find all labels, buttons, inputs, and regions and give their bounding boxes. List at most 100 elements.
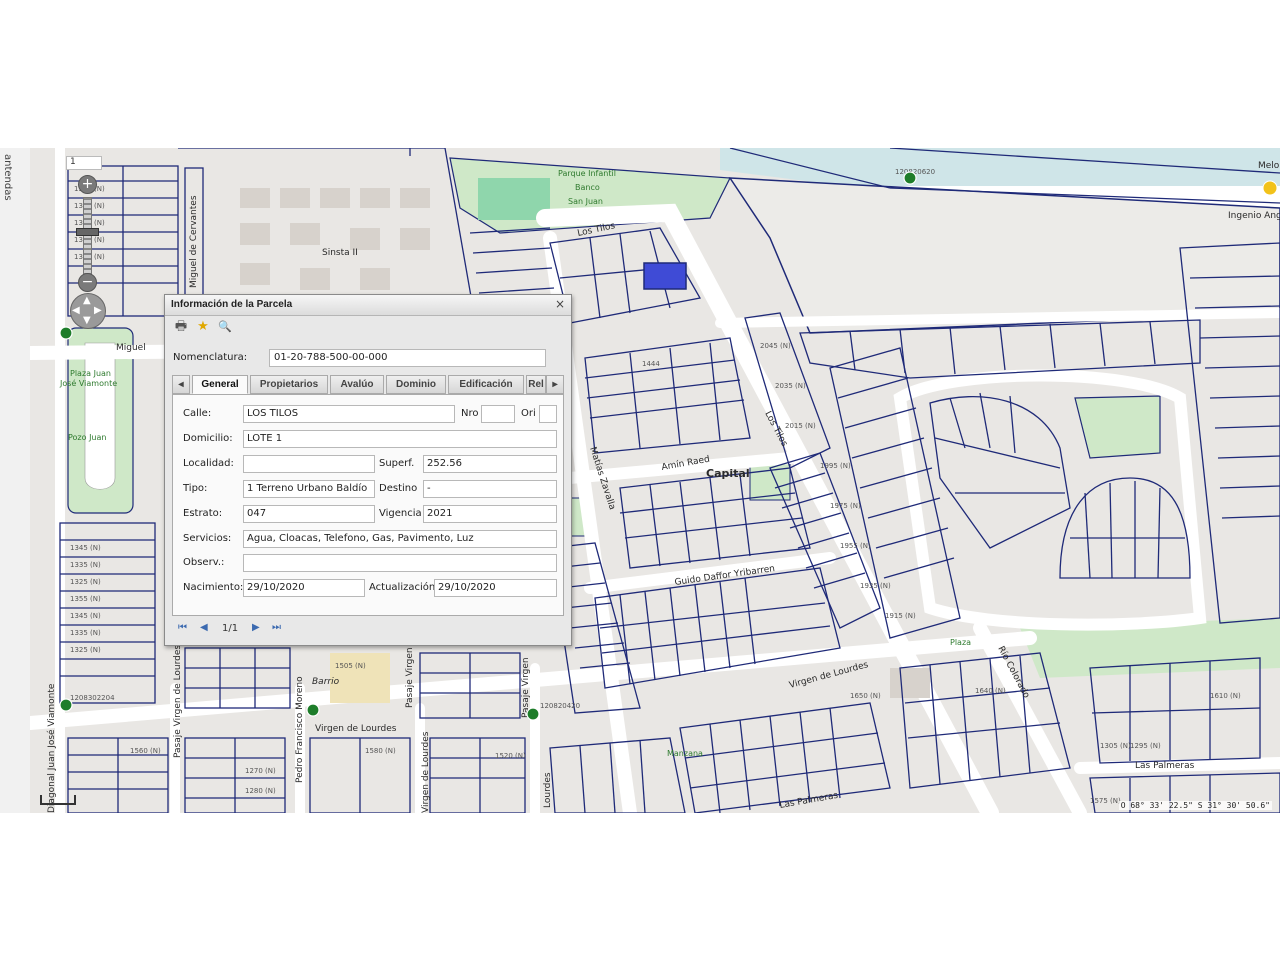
pan-right-icon[interactable]: ▶ <box>94 305 102 316</box>
svg-text:1975 (N): 1975 (N) <box>830 502 861 510</box>
marker-2 <box>59 326 73 340</box>
zoom-out-icon[interactable]: − <box>78 273 97 292</box>
place-label-manzana: Manzana <box>667 749 703 758</box>
nro-label: Nro <box>461 408 479 419</box>
star-icon[interactable]: ★ <box>195 319 211 335</box>
place-label-plaza-viamonte-2: José Viamonte <box>59 378 117 388</box>
svg-text:1580 (N): 1580 (N) <box>365 747 396 755</box>
plaza-path <box>84 342 116 490</box>
place-label-barrio: Barrio <box>312 677 340 687</box>
localidad-label: Localidad: <box>183 458 234 469</box>
observ-label: Observ.: <box>183 557 225 568</box>
svg-text:1345 (N): 1345 (N) <box>70 544 101 552</box>
ori-field[interactable] <box>539 405 557 423</box>
place-label-capital: Capital <box>706 467 750 480</box>
tab-scroll-right-icon[interactable]: ▸ <box>546 375 564 394</box>
vigencia-field[interactable]: 2021 <box>423 505 557 523</box>
domicilio-label: Domicilio: <box>183 433 233 444</box>
nro-field[interactable] <box>481 405 515 423</box>
pan-arrows-icon[interactable]: ▲ ▼ ◀ ▶ <box>70 293 106 329</box>
svg-text:1915 (N): 1915 (N) <box>885 612 916 620</box>
zoom-slider-handle[interactable] <box>76 228 99 236</box>
svg-text:1955 (N): 1955 (N) <box>840 542 871 550</box>
superf-label: Superf. <box>379 458 415 469</box>
tab-rel[interactable]: Rel <box>526 375 546 394</box>
zoom-level-box[interactable]: 1 <box>66 156 102 170</box>
svg-text:1650 (N): 1650 (N) <box>850 692 881 700</box>
street-label-melo: Melo <box>1258 161 1280 171</box>
place-label-pozo: Pozo Juan <box>68 433 106 442</box>
svg-text:1335 (N): 1335 (N) <box>70 629 101 637</box>
dialog-title: Información de la Parcela <box>171 299 293 310</box>
tab-dominio[interactable]: Dominio <box>386 375 446 394</box>
destino-label: Destino <box>379 483 418 494</box>
street-label-ingeniero: Ingenio Ang <box>1228 211 1280 221</box>
vigencia-label: Vigencia <box>379 508 422 519</box>
next-page-icon[interactable]: ▶ <box>252 622 260 633</box>
svg-text:1270 (N): 1270 (N) <box>245 767 276 775</box>
destino-field[interactable]: - <box>423 480 557 498</box>
svg-text:1935 (N): 1935 (N) <box>860 582 891 590</box>
pan-down-icon[interactable]: ▼ <box>83 315 91 326</box>
street-label-viamonte: Diagonal Juan José Viamonte <box>46 683 57 813</box>
dialog-title-bar[interactable]: Información de la Parcela × <box>165 295 571 316</box>
svg-text:1444: 1444 <box>642 360 660 368</box>
svg-text:1520 (N): 1520 (N) <box>495 752 526 760</box>
map-canvas[interactable]: Los Tilos Los Tilos Miguel de Cervantes … <box>30 148 1280 813</box>
place-label-plaza-viamonte: Plaza Juan <box>70 369 111 378</box>
map-application: antendas Los Tilos Los Tilos Miguel de C… <box>0 148 1280 813</box>
zoom-in-icon[interactable]: + <box>78 175 97 194</box>
marker-3 <box>59 698 73 712</box>
observ-field[interactable] <box>243 554 557 572</box>
street-label-virgen-lourdes-3: Virgen de Lourdes <box>421 731 431 813</box>
estrato-field[interactable]: 047 <box>243 505 375 523</box>
print-icon[interactable]: 🖶 <box>173 319 189 335</box>
zoom-slider-track[interactable] <box>76 197 99 275</box>
place-label-park: Parque Infantil <box>558 169 616 178</box>
domicilio-field[interactable]: LOTE 1 <box>243 430 557 448</box>
localidad-field[interactable] <box>243 455 375 473</box>
first-page-icon[interactable]: ⏮ <box>178 622 187 633</box>
svg-text:1640 (N): 1640 (N) <box>975 687 1006 695</box>
dialog-toolbar: 🖶 ★ 🔍 <box>165 316 571 338</box>
tipo-field[interactable]: 1 Terreno Urbano Baldío <box>243 480 375 498</box>
prev-page-icon[interactable]: ◀ <box>200 622 208 633</box>
pan-left-icon[interactable]: ◀ <box>72 305 80 316</box>
place-label-sinsta: Sinsta II <box>322 248 358 258</box>
last-page-icon[interactable]: ⏭ <box>272 622 281 633</box>
coordinates-readout: O 68° 33' 22.5" S 31° 30' 50.6" <box>1118 801 1272 810</box>
street-label-pasaje-virgen-2: Pasaje Virgen <box>405 647 415 708</box>
tab-propietarios[interactable]: Propietarios <box>250 375 328 394</box>
tab-scroll-left-icon[interactable]: ◂ <box>172 375 190 394</box>
superf-field[interactable]: 252.56 <box>423 455 557 473</box>
street-label-pasaje-virgen: Pasaje Virgen de Lourdes <box>173 645 183 758</box>
pan-up-icon[interactable]: ▲ <box>83 295 91 306</box>
scale-bar <box>40 795 76 805</box>
record-pager: ⏮ ◀ 1/1 ▶ ⏭ <box>172 619 564 639</box>
servicios-field[interactable]: Agua, Cloacas, Telefono, Gas, Pavimento,… <box>243 530 557 548</box>
svg-text:2035 (N): 2035 (N) <box>775 382 806 390</box>
tab-edificacion[interactable]: Edificación <box>448 375 524 394</box>
svg-text:1208302204: 1208302204 <box>70 694 115 702</box>
nacimiento-field[interactable]: 29/10/2020 <box>243 579 365 597</box>
svg-text:2015 (N): 2015 (N) <box>785 422 816 430</box>
close-icon[interactable]: × <box>555 297 565 311</box>
place-label-banco: Banco <box>575 183 600 192</box>
search-icon[interactable]: 🔍 <box>217 319 233 335</box>
actualizacion-field[interactable]: 29/10/2020 <box>434 579 557 597</box>
svg-text:1560 (N): 1560 (N) <box>130 747 161 755</box>
tab-avaluo[interactable]: Avalúo <box>330 375 384 394</box>
zoom-control: + − ▲ ▼ ◀ ▶ <box>70 175 106 329</box>
nomenclatura-field[interactable]: 01-20-788-500-00-000 <box>269 349 546 367</box>
parcel-info-dialog: Información de la Parcela × 🖶 ★ 🔍 Nomenc… <box>164 294 572 646</box>
svg-text:2045 (N): 2045 (N) <box>760 342 791 350</box>
tab-general[interactable]: General <box>192 375 248 394</box>
svg-text:1575 (N): 1575 (N) <box>1090 797 1121 805</box>
sidebar-panel[interactable]: antendas <box>0 148 31 813</box>
street-label-lourdes-4: Lourdes <box>543 772 553 808</box>
nacimiento-label: Nacimiento: <box>183 582 244 593</box>
page-count: 1/1 <box>222 623 239 634</box>
calle-field[interactable]: LOS TILOS <box>243 405 455 423</box>
place-label-plaza-coop: Plaza <box>950 638 971 647</box>
svg-text:1305 (N): 1305 (N) <box>1100 742 1131 750</box>
